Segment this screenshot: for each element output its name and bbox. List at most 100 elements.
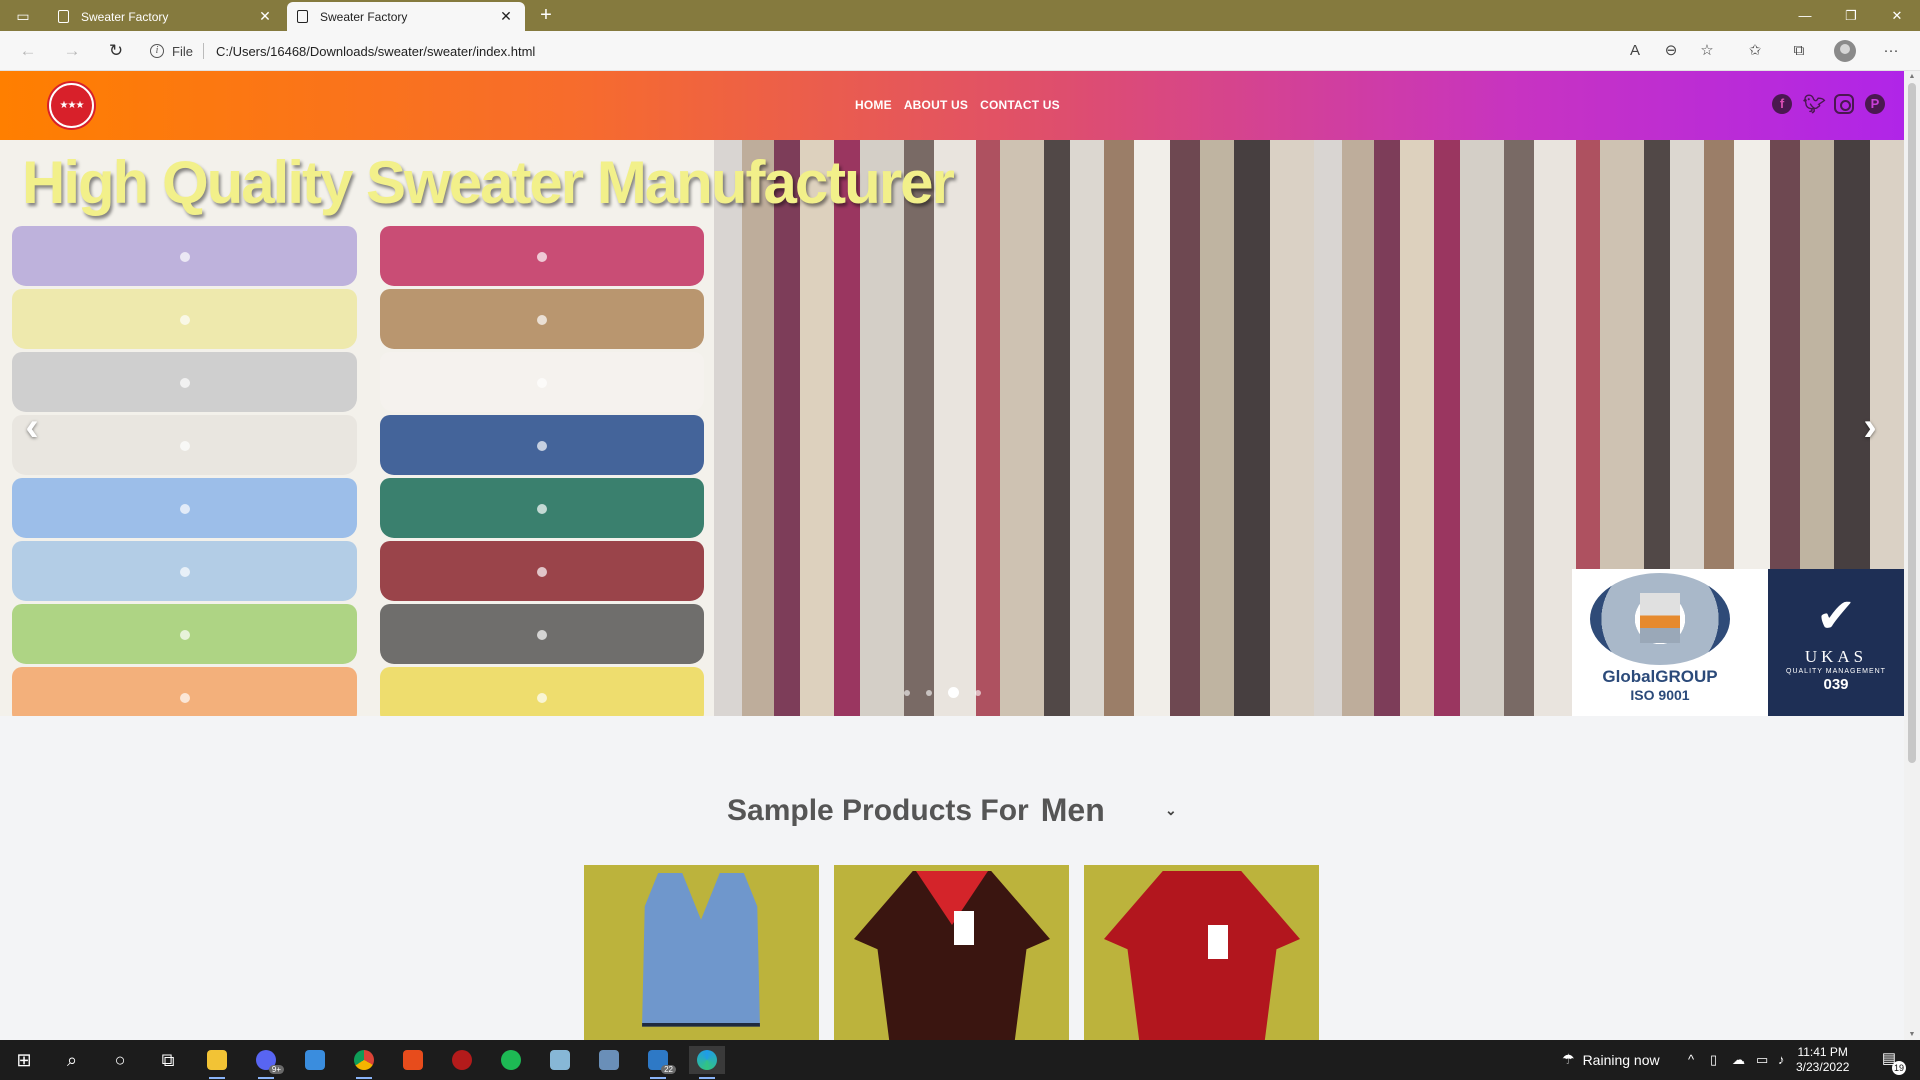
scroll-up-icon[interactable]: ▲: [1908, 73, 1916, 80]
instagram-icon[interactable]: [1834, 94, 1854, 114]
main-nav: HOME ABOUT US CONTACT US: [855, 98, 1060, 112]
minimize-button[interactable]: —: [1782, 0, 1828, 31]
carousel-dot[interactable]: [904, 689, 910, 696]
chevron-down-icon: ⌄: [1165, 802, 1177, 818]
page-icon: [297, 10, 308, 23]
tab-sweater-factory-1[interactable]: Sweater Factory ✕: [48, 2, 284, 31]
facebook-icon[interactable]: f: [1772, 94, 1792, 114]
products-heading-label: Sample Products For: [727, 793, 1029, 827]
nav-about-us[interactable]: ABOUT US: [904, 98, 968, 112]
restore-button[interactable]: ❐: [1828, 0, 1874, 31]
onedrive-icon[interactable]: ☁: [1732, 1052, 1745, 1068]
refresh-button[interactable]: ↻: [102, 39, 130, 63]
brown-vneck-sweater-image: [854, 871, 1050, 1040]
products-heading: Sample Products For Men ⌄: [727, 792, 1177, 829]
spotify-icon[interactable]: [493, 1046, 529, 1074]
file-explorer-icon[interactable]: [199, 1046, 235, 1079]
notification-count: 19: [1892, 1061, 1906, 1075]
device-icon[interactable]: ▯: [1710, 1052, 1717, 1068]
info-icon[interactable]: i: [150, 44, 164, 58]
chrome-icon[interactable]: [346, 1046, 382, 1079]
ukas-subtitle: QUALITY MANAGEMENT: [1786, 668, 1886, 675]
new-tab-button[interactable]: +: [533, 2, 559, 28]
site-logo[interactable]: ★★★: [49, 83, 94, 128]
weather-text: Raining now: [1582, 1051, 1660, 1068]
notification-center-icon[interactable]: ▤ 19: [1878, 1049, 1906, 1075]
category-select[interactable]: Men ⌄: [1041, 792, 1177, 829]
app-icon[interactable]: [444, 1046, 480, 1074]
search-icon[interactable]: ⌕: [54, 1046, 90, 1074]
tab-sweater-factory-2[interactable]: Sweater Factory ✕: [287, 2, 525, 31]
windows-start-icon[interactable]: ⊞: [6, 1046, 42, 1074]
cert-brand: GlobalGROUP: [1602, 667, 1718, 686]
notes-icon[interactable]: [542, 1046, 578, 1074]
task-view-icon[interactable]: ⧉: [150, 1046, 186, 1074]
close-icon[interactable]: ✕: [256, 8, 274, 25]
tab-title: Sweater Factory: [81, 9, 169, 24]
url-text[interactable]: C:/Users/16468/Downloads/sweater/sweater…: [216, 44, 535, 59]
back-button[interactable]: ←: [14, 39, 42, 63]
office-icon[interactable]: [395, 1046, 431, 1074]
category-selected: Men: [1040, 792, 1105, 828]
page-scrollbar[interactable]: ▲ ▼: [1904, 71, 1920, 1040]
tab-title: Sweater Factory: [320, 9, 408, 24]
carousel-prev-button[interactable]: ‹: [12, 402, 52, 452]
more-menu-icon[interactable]: ···: [1878, 39, 1904, 63]
discord-badge: 9+: [268, 1065, 284, 1074]
check-icon: ✔: [1815, 590, 1857, 643]
read-aloud-icon[interactable]: A: [1622, 39, 1648, 63]
blue-vest-image: [642, 873, 760, 1027]
favorites-icon[interactable]: ✩: [1742, 39, 1768, 63]
carousel-indicators: [904, 687, 981, 698]
ukas-badge: ✔ UKAS QUALITY MANAGEMENT 039: [1768, 569, 1904, 716]
red-cardigan-image: [1104, 871, 1300, 1040]
close-icon[interactable]: ✕: [497, 8, 515, 25]
profile-avatar[interactable]: [1834, 40, 1856, 62]
product-card-vest[interactable]: [584, 865, 819, 1040]
calculator-icon[interactable]: [591, 1046, 627, 1074]
mail-icon[interactable]: 22: [640, 1046, 676, 1079]
windows-taskbar: ⊞ ⌕ ○ ⧉ 9+ 22 ☂ Raining now ^ ▯ ☁ ▭ ♪ 11…: [0, 1040, 1920, 1080]
close-window-button[interactable]: ✕: [1874, 0, 1920, 31]
product-card-vneck[interactable]: [834, 865, 1069, 1040]
certification-badges: GlobalGROUP ISO 9001 ✔ UKAS QUALITY MANA…: [1572, 569, 1904, 716]
forward-button[interactable]: →: [58, 39, 86, 63]
product-card-cardigan[interactable]: [1084, 865, 1319, 1040]
carousel-dot-active[interactable]: [948, 687, 959, 698]
umbrella-icon: ☂: [1562, 1051, 1575, 1067]
hero-title: High Quality Sweater Manufacturer: [22, 149, 955, 216]
nav-home[interactable]: HOME: [855, 98, 892, 112]
zoom-out-icon[interactable]: ⊖: [1658, 39, 1684, 63]
hero-carousel: High Quality Sweater Manufacturer Global…: [0, 140, 1904, 716]
system-clock[interactable]: 11:41 PM 3/23/2022: [1796, 1045, 1849, 1075]
volume-icon[interactable]: ♪: [1778, 1052, 1785, 1067]
twitter-icon[interactable]: 🐦︎: [1803, 94, 1826, 114]
store-icon[interactable]: [297, 1046, 333, 1074]
scrollbar-thumb[interactable]: [1908, 83, 1916, 763]
weather-widget[interactable]: ☂ Raining now: [1562, 1051, 1660, 1068]
cortana-icon[interactable]: ○: [102, 1046, 138, 1074]
url-separator: [202, 43, 204, 59]
address-field[interactable]: i File C:/Users/16468/Downloads/sweater/…: [150, 37, 1630, 65]
nav-contact-us[interactable]: CONTACT US: [980, 98, 1060, 112]
chevron-up-icon[interactable]: ^: [1688, 1052, 1694, 1067]
network-icon[interactable]: ▭: [1756, 1052, 1768, 1068]
browser-tab-strip: ▭ Sweater Factory ✕ Sweater Factory ✕ + …: [0, 0, 1920, 31]
carousel-dot[interactable]: [975, 689, 981, 696]
edge-icon[interactable]: [689, 1046, 725, 1079]
add-favorite-icon[interactable]: ☆: [1694, 39, 1720, 63]
page-icon: [58, 10, 69, 23]
clock-time: 11:41 PM: [1797, 1045, 1848, 1059]
collections-icon[interactable]: ⧉: [1786, 39, 1812, 63]
scroll-down-icon[interactable]: ▼: [1908, 1031, 1916, 1038]
cert-standard: ISO 9001: [1630, 687, 1690, 703]
url-scheme: File: [172, 43, 193, 59]
mail-badge: 22: [661, 1065, 676, 1074]
discord-icon[interactable]: 9+: [248, 1046, 284, 1079]
ukas-name: UKAS: [1804, 647, 1868, 666]
carousel-dot[interactable]: [926, 689, 932, 696]
tab-actions-icon[interactable]: ▭: [10, 6, 36, 26]
carousel-next-button[interactable]: ›: [1850, 402, 1890, 452]
pinterest-icon[interactable]: P: [1865, 94, 1885, 114]
globalgroup-logo: [1590, 573, 1730, 665]
